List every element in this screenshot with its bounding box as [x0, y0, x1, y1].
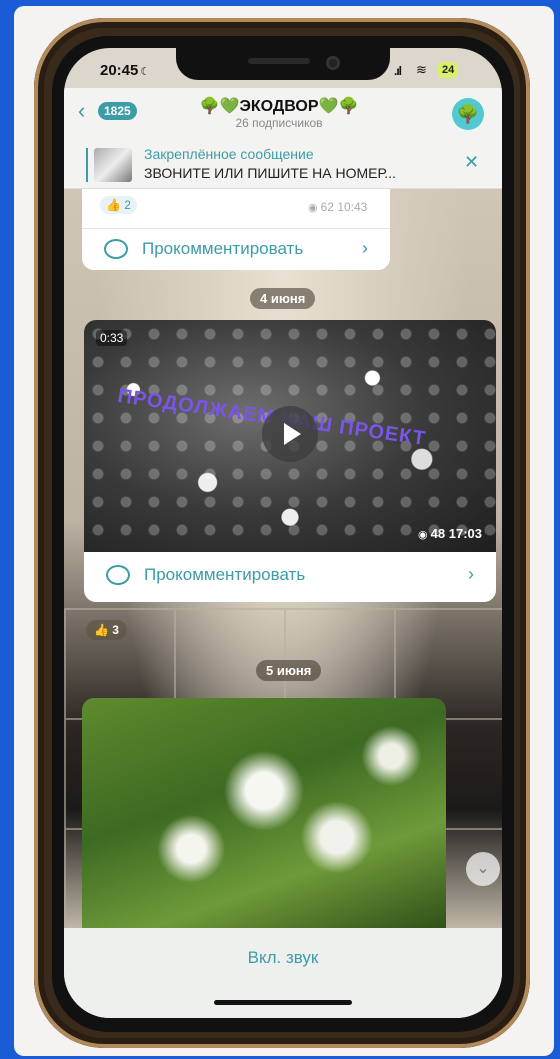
pinned-text: ЗВОНИТЕ ИЛИ ПИШИТЕ НА НОМЕР... — [144, 165, 396, 181]
signal-icon: .ıl — [394, 64, 402, 78]
video-duration: 0:33 — [96, 330, 128, 346]
play-icon[interactable] — [262, 406, 318, 462]
channel-title[interactable]: 🌳💚ЭКОДВОР💚🌳 — [154, 96, 404, 116]
comment-button[interactable]: Прокомментировать › — [82, 230, 390, 268]
chevron-down-icon[interactable]: ⌄ — [466, 852, 500, 886]
bottom-bar: Вкл. звук — [64, 928, 502, 1018]
home-indicator — [214, 1000, 352, 1005]
comment-button[interactable]: Прокомментировать › — [84, 556, 496, 594]
reaction-chip[interactable]: 👍 3 — [86, 620, 127, 640]
phone-screen: 20:45 ☾ .ıl ≋ 24 ‹ 1825 🌳💚ЭКОДВОР💚🌳 26 по… — [64, 48, 502, 1018]
comment-label: Прокомментировать — [142, 239, 304, 258]
post-meta: ◉ 62 10:43 — [308, 200, 368, 214]
photo-post-image[interactable] — [82, 698, 446, 930]
unread-count-badge[interactable]: 1825 — [98, 102, 137, 120]
divider — [82, 228, 390, 229]
comment-bubble-icon — [106, 565, 130, 585]
eye-icon: ◉ — [418, 529, 428, 541]
pinned-message-bar[interactable]: Закреплённое сообщение ЗВОНИТЕ ИЛИ ПИШИТ… — [64, 140, 502, 189]
comment-bubble-icon — [104, 239, 128, 259]
front-camera — [326, 56, 340, 70]
back-chevron-icon[interactable]: ‹ — [78, 100, 85, 122]
notch — [176, 48, 390, 80]
date-separator: 4 июня — [250, 288, 316, 309]
close-icon[interactable]: ✕ — [464, 152, 479, 173]
subscriber-count: 26 подписчиков — [235, 116, 323, 130]
post-card: 👍 2 ◉ 62 10:43 Прокомментировать › — [82, 186, 390, 270]
speaker — [248, 58, 310, 64]
channel-avatar[interactable]: 🌳 — [452, 98, 484, 130]
battery-indicator: 24 — [438, 62, 459, 78]
video-meta: ◉ 48 17:03 — [418, 526, 482, 541]
eye-icon: ◉ — [308, 202, 318, 214]
unmute-button[interactable]: Вкл. звук — [64, 948, 502, 968]
clock: 20:45 ☾ — [100, 62, 151, 79]
chevron-right-icon: › — [468, 564, 474, 584]
thumbs-up-icon: 👍 — [94, 623, 109, 637]
pinned-thumbnail — [94, 148, 132, 182]
pinned-title: Закреплённое сообщение — [144, 146, 314, 162]
pinned-indicator — [86, 148, 88, 182]
wifi-icon: ≋ — [416, 62, 427, 77]
reaction-chip[interactable]: 👍 2 — [100, 196, 137, 214]
date-separator: 5 июня — [256, 660, 322, 681]
video-post-card: 0:33 ПРОДОЛЖАЕМ НАШ ПРОЕКТ ◉48 17:03 Про… — [84, 320, 496, 602]
moon-icon: ☾ — [140, 66, 151, 78]
comment-label: Прокомментировать — [144, 565, 306, 584]
tree-icon: 🌳 — [456, 104, 480, 124]
chevron-right-icon: › — [362, 238, 368, 258]
thumbs-up-icon: 👍 — [106, 198, 121, 212]
